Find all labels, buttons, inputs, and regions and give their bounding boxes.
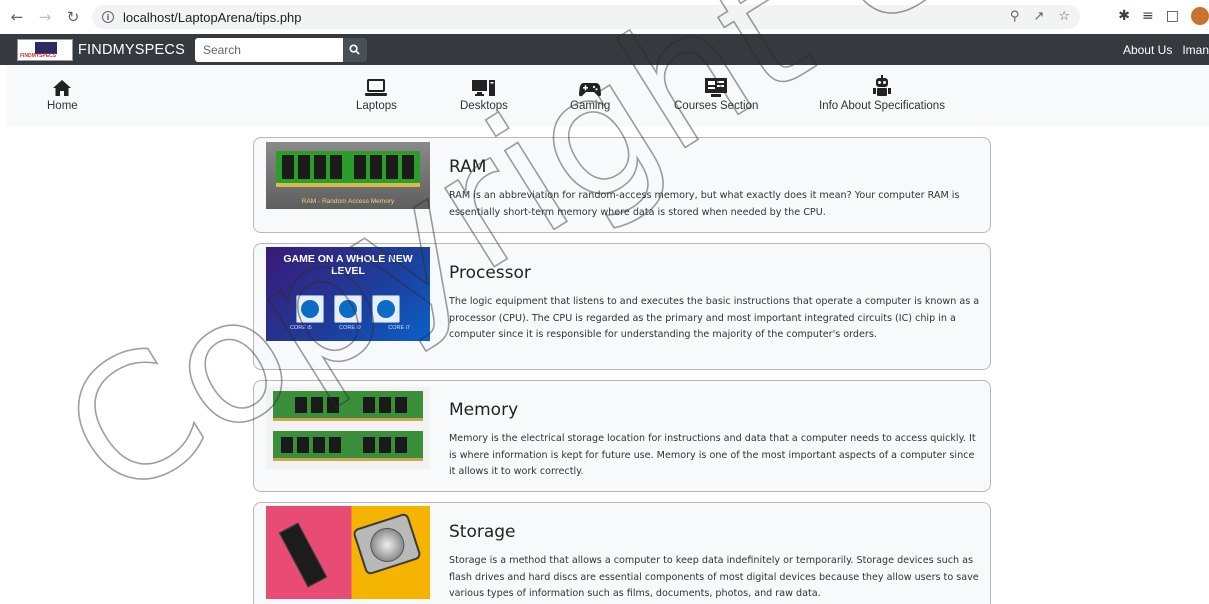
user-link[interactable]: Iman — [1182, 43, 1209, 57]
category-label: Gaming — [570, 100, 611, 112]
search-button[interactable] — [342, 37, 367, 62]
card-title: Processor — [449, 263, 531, 283]
ram-image-caption: RAM - Random Access Memory — [301, 198, 395, 205]
courses-icon — [705, 78, 728, 97]
search-icon — [349, 44, 361, 55]
extensions-icon[interactable]: ✱ — [1118, 8, 1130, 24]
category-label: Desktops — [460, 100, 508, 112]
processor-image-headline: GAME ON A WHOLE NEW LEVEL — [283, 253, 413, 277]
browser-toolbar: ← → ↻ i localhost/LaptopArena/tips.php ⚲… — [0, 0, 1209, 34]
back-icon[interactable]: ← — [6, 6, 28, 28]
processor-image: GAME ON A WHOLE NEW LEVEL CORE i5 CORE i… — [266, 247, 430, 341]
search-input[interactable] — [194, 37, 343, 62]
side-panel-icon[interactable]: □ — [1166, 8, 1179, 24]
category-laptops[interactable]: Laptops — [356, 75, 397, 112]
address-bar[interactable]: i localhost/LaptopArena/tips.php ⚲ ↗ ☆ — [92, 5, 1080, 29]
site-navbar: FINDMYSPECS FINDMYSPECS About Us Iman — [0, 34, 1209, 65]
url-text: localhost/LaptopArena/tips.php — [123, 9, 302, 25]
category-courses[interactable]: Courses Section — [674, 75, 758, 112]
category-bar: Home Laptops Desktops Gaming Courses Sec… — [7, 65, 1209, 126]
reading-list-icon[interactable]: ≡ — [1142, 8, 1154, 24]
card-description: Storage is a method that allows a comput… — [449, 555, 979, 599]
brand-name[interactable]: FINDMYSPECS — [78, 42, 185, 58]
chip-label: CORE i5 — [290, 325, 312, 331]
card-description: The logic equipment that listens to and … — [449, 296, 980, 340]
card-title: Memory — [449, 400, 519, 420]
home-icon — [53, 80, 72, 96]
forward-icon[interactable]: → — [34, 6, 56, 28]
profile-avatar[interactable] — [1191, 7, 1209, 25]
reload-icon[interactable]: ↻ — [62, 6, 84, 28]
card-title: RAM — [449, 157, 487, 177]
category-label: Laptops — [356, 100, 397, 112]
category-label: Courses Section — [674, 100, 759, 112]
site-logo[interactable]: FINDMYSPECS — [17, 38, 73, 61]
card-title: Storage — [449, 522, 516, 542]
chip-label: CORE i7 — [388, 325, 410, 331]
ram-image: RAM - Random Access Memory — [266, 142, 430, 209]
share-icon[interactable]: ↗ — [1033, 9, 1044, 24]
about-us-link[interactable]: About Us — [1123, 43, 1172, 57]
tip-card-storage: Storage Storage is a method that allows … — [253, 502, 991, 604]
category-gaming[interactable]: Gaming — [570, 75, 610, 112]
tip-card-ram: RAM - Random Access Memory RAM RAM is an… — [253, 137, 991, 233]
robot-icon — [872, 75, 891, 96]
logo-text: FINDMYSPECS — [20, 52, 57, 59]
tip-card-memory: Memory Memory is the electrical storage … — [253, 380, 991, 492]
desktop-icon — [471, 80, 495, 96]
category-label: Info About Specifications — [819, 100, 945, 112]
bookmark-star-icon[interactable]: ☆ — [1058, 9, 1070, 24]
tip-card-processor: GAME ON A WHOLE NEW LEVEL CORE i5 CORE i… — [253, 243, 991, 370]
category-info-specifications[interactable]: Info About Specifications — [819, 75, 945, 112]
zoom-icon[interactable]: ⚲ — [1010, 9, 1020, 24]
card-description: RAM is an abbreviation for random-access… — [449, 190, 960, 218]
gamepad-icon — [579, 83, 602, 97]
info-icon[interactable]: i — [102, 11, 114, 23]
category-desktops[interactable]: Desktops — [460, 75, 508, 112]
card-description: Memory is the electrical storage locatio… — [449, 433, 976, 477]
category-label: Home — [47, 100, 78, 112]
storage-image — [266, 506, 430, 599]
category-home[interactable]: Home — [47, 75, 78, 112]
laptop-icon — [365, 79, 388, 96]
chip-label: CORE i9 — [339, 325, 361, 331]
memory-image — [266, 387, 430, 469]
